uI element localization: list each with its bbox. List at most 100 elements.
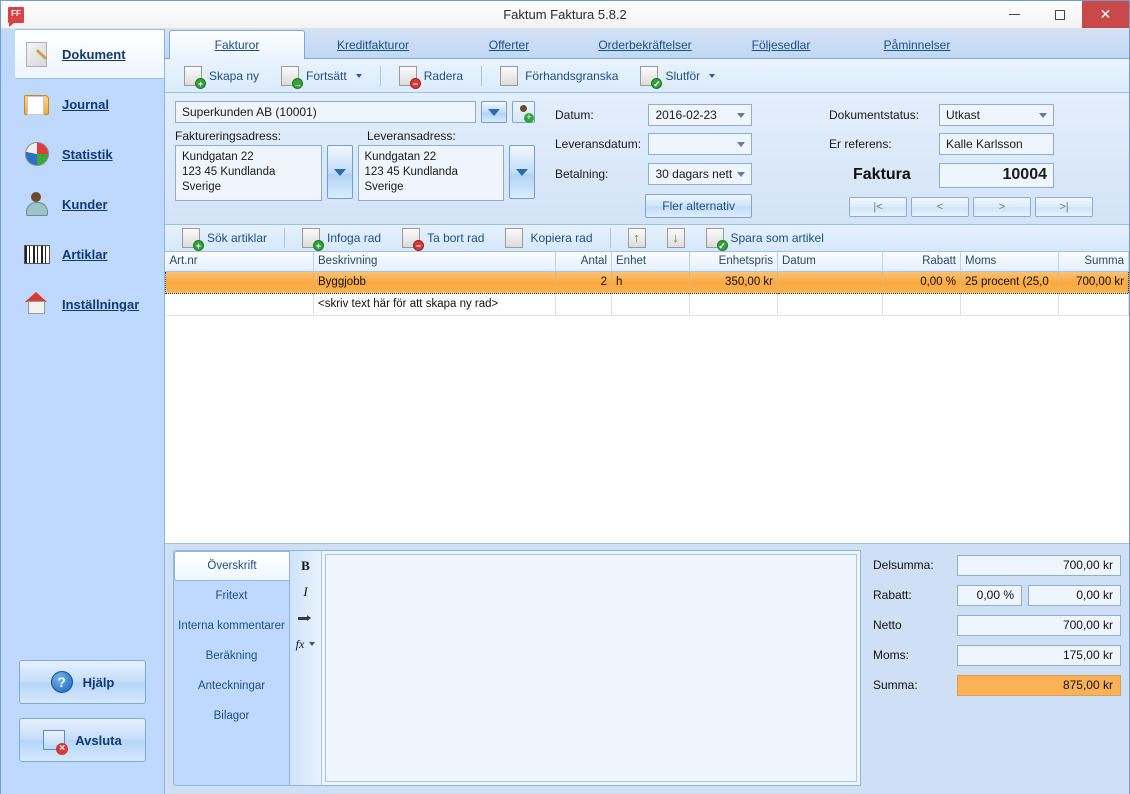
column-header-artnr[interactable]: Art.nr — [165, 252, 314, 272]
last-record-button[interactable]: >| — [1035, 197, 1093, 217]
bold-icon[interactable]: B — [295, 557, 317, 575]
toolbar-separator — [379, 65, 381, 86]
infoga-rad-button[interactable]: + Infoga rad — [293, 224, 390, 252]
tab-orderbekraftelser[interactable]: Orderbekräftelser — [577, 30, 713, 58]
column-header-enhet[interactable]: Enhet — [611, 252, 690, 272]
sidebar-item-kunder[interactable]: Kunder — [1, 179, 164, 229]
sidebar-item-journal[interactable]: Journal — [1, 79, 164, 129]
close-button[interactable]: ✕ — [1082, 1, 1129, 28]
customer-dropdown-button[interactable] — [481, 101, 507, 123]
tab-fakturor[interactable]: Fakturor — [169, 30, 305, 59]
cell-antal-empty[interactable] — [555, 293, 612, 316]
help-button[interactable]: ? Hjälp — [19, 660, 146, 704]
cell-enhetspris[interactable]: 350,00 kr — [689, 270, 778, 294]
line-items-grid[interactable]: Art.nr Beskrivning Antal Enhet Enhetspri… — [165, 252, 1129, 544]
previous-record-button[interactable]: < — [911, 197, 969, 217]
sidebar-item-artiklar[interactable]: Artiklar — [1, 229, 164, 279]
move-row-up-button[interactable]: ↑ — [619, 224, 655, 252]
totals-panel: Delsumma: 700,00 kr Rabatt: 0,00 % 0,00 … — [861, 550, 1121, 786]
billing-address-input[interactable]: Kundgatan 22 123 45 Kundlanda Sverige — [175, 145, 322, 201]
spara-som-artikel-button[interactable]: ✓ Spara som artikel — [697, 224, 833, 252]
exit-button[interactable]: Avsluta — [19, 718, 146, 762]
column-header-beskrivning[interactable]: Beskrivning — [313, 252, 556, 272]
cell-rabatt[interactable]: 0,00 % — [882, 270, 961, 294]
cell-datum[interactable] — [777, 270, 883, 294]
customer-input[interactable]: Superkunden AB (10001) — [175, 101, 476, 123]
delivery-address-input[interactable]: Kundgatan 22 123 45 Kundlanda Sverige — [357, 145, 504, 201]
minimize-button[interactable] — [992, 1, 1037, 28]
side-tab-fritext[interactable]: Fritext — [174, 581, 289, 611]
cell-moms-empty[interactable] — [960, 293, 1059, 316]
cell-antal[interactable]: 2 — [555, 270, 612, 294]
cell-summa[interactable]: 700,00 kr — [1058, 270, 1129, 294]
rabatt-percent-input[interactable]: 0,00 % — [957, 584, 1022, 606]
chevron-down-icon[interactable] — [355, 73, 362, 78]
add-customer-button[interactable] — [512, 101, 535, 123]
cell-beskrivning[interactable]: Byggjobb — [313, 270, 556, 294]
new-row-placeholder[interactable]: <skriv text här för att skapa ny rad> — [313, 293, 556, 316]
sok-artiklar-button[interactable]: + Sök artiklar — [173, 224, 276, 252]
column-header-summa[interactable]: Summa — [1058, 252, 1129, 272]
column-header-datum[interactable]: Datum — [777, 252, 883, 272]
sidebar-item-label: Artiklar — [62, 246, 108, 262]
forhandsgranska-button[interactable]: Förhandsgranska — [491, 62, 627, 90]
toolbar-label: Skapa ny — [209, 68, 260, 83]
indent-icon[interactable] — [295, 609, 317, 627]
delivery-date-input[interactable] — [648, 133, 752, 155]
function-button[interactable]: fx — [295, 635, 317, 653]
cell-artnr-empty[interactable] — [165, 293, 314, 316]
table-row[interactable]: Byggjobb 2 h 350,00 kr 0,00 % 25 procent… — [165, 270, 1129, 294]
column-header-enhetspris[interactable]: Enhetspris — [689, 252, 778, 272]
totals-label: Delsumma: — [873, 558, 934, 572]
column-header-moms[interactable]: Moms — [960, 252, 1059, 272]
column-header-rabatt[interactable]: Rabatt — [882, 252, 961, 272]
slutfor-button[interactable]: ✓ Slutför — [631, 62, 724, 90]
cell-summa-empty[interactable] — [1058, 293, 1129, 316]
side-tab-anteckningar[interactable]: Anteckningar — [174, 671, 289, 701]
delivery-address-dropdown[interactable] — [509, 145, 535, 199]
side-tab-bilagor[interactable]: Bilagor — [174, 701, 289, 731]
sidebar-item-installningar[interactable]: Inställningar — [1, 279, 164, 329]
doc-status-select[interactable]: Utkast — [939, 104, 1054, 126]
cell-artnr[interactable] — [165, 270, 314, 294]
billing-address-dropdown[interactable] — [326, 145, 353, 199]
maximize-button[interactable] — [1037, 1, 1082, 28]
more-options-button[interactable]: Fler alternativ — [645, 194, 752, 218]
cell-rabatt-empty[interactable] — [882, 293, 961, 316]
side-tab-interna-kommentarer[interactable]: Interna kommentarer — [174, 611, 289, 641]
editor-textarea[interactable] — [325, 554, 857, 782]
side-tab-overskrift[interactable]: Överskrift — [174, 551, 289, 581]
payment-select[interactable]: 30 dagars nett — [648, 163, 752, 185]
chevron-down-icon[interactable] — [709, 73, 716, 78]
cell-enhetspris-empty[interactable] — [689, 293, 778, 316]
sidebar-item-statistik[interactable]: Statistik — [1, 129, 164, 179]
table-new-row[interactable]: <skriv text här för att skapa ny rad> — [165, 293, 1129, 316]
your-reference-input[interactable]: Kalle Karlsson — [939, 133, 1054, 155]
rabatt-amount-input[interactable]: 0,00 kr — [1028, 584, 1121, 606]
kopiera-rad-button[interactable]: Kopiera rad — [496, 224, 601, 252]
tab-foljesedlar[interactable]: Följesedlar — [713, 30, 849, 58]
tab-paminnelser[interactable]: Påminnelser — [849, 30, 985, 58]
sidebar-item-dokument[interactable]: Dokument — [15, 29, 164, 79]
first-record-button[interactable]: |< — [849, 197, 907, 217]
next-record-button[interactable]: > — [973, 197, 1031, 217]
tab-kreditfakturor[interactable]: Kreditfakturor — [305, 30, 441, 58]
cell-enhet-empty[interactable] — [611, 293, 690, 316]
radera-button[interactable]: − Radera — [390, 62, 472, 90]
side-tab-berakning[interactable]: Beräkning — [174, 641, 289, 671]
move-row-down-button[interactable]: ↓ — [658, 224, 694, 252]
document-number-input[interactable]: 10004 — [939, 162, 1054, 188]
payment-value: 30 dagars nett — [655, 167, 733, 181]
italic-icon[interactable]: I — [295, 583, 317, 601]
date-input[interactable]: 2016-02-23 — [648, 104, 752, 126]
totals-row-rabatt: Rabatt: 0,00 % 0,00 kr — [873, 580, 1121, 610]
cell-moms[interactable]: 25 procent (25,0 — [960, 270, 1059, 294]
cell-datum-empty[interactable] — [777, 293, 883, 316]
cell-enhet[interactable]: h — [611, 270, 690, 294]
ta-bort-rad-button[interactable]: − Ta bort rad — [393, 224, 493, 252]
tab-offerter[interactable]: Offerter — [441, 30, 577, 58]
fortsatt-button[interactable]: → Fortsätt — [272, 62, 371, 90]
your-reference-label: Er referens: — [829, 137, 892, 151]
column-header-antal[interactable]: Antal — [555, 252, 612, 272]
skapa-ny-button[interactable]: + Skapa ny — [175, 62, 268, 90]
